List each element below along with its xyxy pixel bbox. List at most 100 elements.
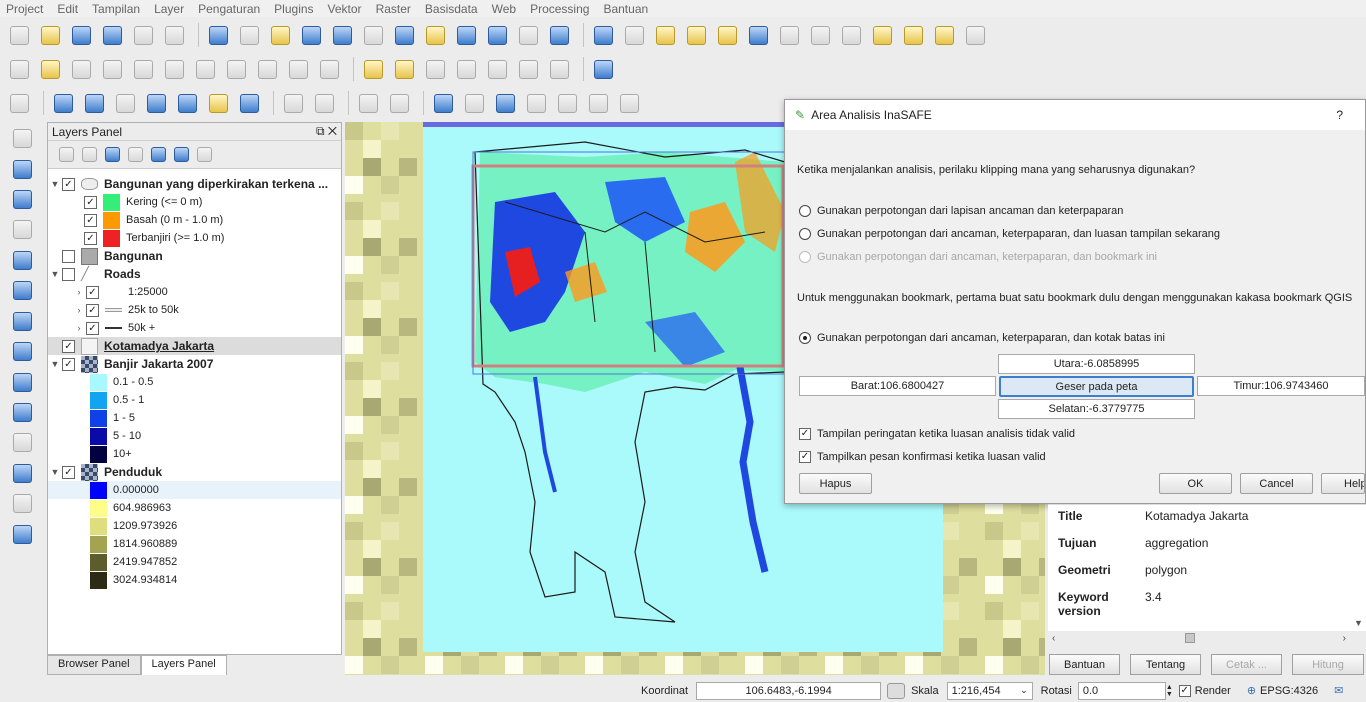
clear-button[interactable]: Hapus (799, 473, 872, 494)
paste-features-icon[interactable] (316, 56, 342, 82)
change-label-icon[interactable] (546, 56, 572, 82)
layer-visibility-checkbox[interactable] (62, 267, 75, 281)
minimum-needs-icon[interactable] (174, 90, 200, 116)
layer-style-icon[interactable] (56, 145, 76, 165)
radio-button[interactable] (799, 205, 811, 217)
rotate-label-icon[interactable] (515, 56, 541, 82)
scroll-down-icon[interactable]: ▼ (1354, 618, 1363, 628)
georeference-icon[interactable] (355, 90, 381, 116)
raster-calc-icon[interactable] (386, 90, 412, 116)
eye-visibility-icon[interactable] (79, 145, 99, 165)
radio-bounding-box[interactable]: Gunakan perpotongan dari ancaman, keterp… (799, 332, 1165, 344)
pin-label-icon[interactable] (422, 56, 448, 82)
new-project-icon[interactable] (6, 22, 32, 48)
print-report-icon[interactable] (616, 90, 642, 116)
legend-checkbox[interactable]: ✓ (84, 213, 97, 227)
expand-chevron-icon[interactable]: ▼ (48, 179, 62, 189)
menu-processing[interactable]: Processing (530, 2, 589, 16)
south-field[interactable]: Selatan:-6.3779775 (998, 399, 1195, 419)
layer-visibility-checkbox[interactable]: ✓ (62, 357, 75, 371)
menu-settings[interactable]: Pengaturan (198, 2, 260, 16)
expand-all-icon[interactable] (148, 145, 168, 165)
legend-item[interactable]: › ✓ 1:25000 (48, 283, 341, 301)
save-scenario-icon[interactable] (523, 90, 549, 116)
layer-row[interactable]: Bangunan (48, 247, 341, 265)
menu-help[interactable]: Bantuan (603, 2, 648, 16)
measure-ruler-icon[interactable] (838, 22, 864, 48)
invalid-extent-warning-option[interactable]: ✓ Tampilan peringatan ketika luasan anal… (799, 428, 1075, 440)
pan-to-selection-icon[interactable] (267, 22, 293, 48)
layer-visibility-checkbox[interactable]: ✓ (62, 339, 75, 353)
osm-downloader-icon[interactable] (311, 90, 337, 116)
pan-on-map-button[interactable]: Geser pada peta (999, 376, 1194, 397)
save-edits-icon[interactable] (68, 56, 94, 82)
menu-database[interactable]: Basisdata (425, 2, 478, 16)
zoom-layer-icon[interactable] (453, 22, 479, 48)
scroll-right-icon[interactable]: › (1343, 633, 1346, 644)
add-oracle-icon[interactable] (10, 309, 36, 334)
label-abc-icon[interactable] (360, 56, 386, 82)
dialog-help-question[interactable]: ? (1336, 108, 1343, 122)
panel-float-close-icon[interactable]: ⧉ ✕ (316, 124, 337, 139)
radio-button[interactable] (799, 228, 811, 240)
new-shapefile-icon[interactable] (10, 491, 36, 516)
inasafe-help-button[interactable]: Bantuan (1049, 654, 1120, 675)
field-mapping-icon[interactable] (205, 90, 231, 116)
report-icon[interactable] (585, 90, 611, 116)
keywords-wizard-icon[interactable] (50, 90, 76, 116)
coordinate-field[interactable]: 106.6483,-6.1994 (696, 681, 882, 700)
analysis-extent-icon[interactable] (430, 90, 456, 116)
render-checkbox[interactable]: ✓ (1178, 684, 1191, 697)
new-temp-layer-icon[interactable] (10, 521, 36, 546)
expand-chevron-icon[interactable]: › (72, 287, 86, 297)
zoom-last-icon[interactable] (484, 22, 510, 48)
add-db2-icon[interactable] (10, 278, 36, 303)
save-project-icon[interactable] (68, 22, 94, 48)
zoom-out-icon[interactable] (329, 22, 355, 48)
add-virtual-layer-icon[interactable] (10, 461, 36, 486)
add-wfs-icon[interactable] (10, 369, 36, 394)
toggle-extents-icon[interactable] (887, 682, 906, 699)
multi-buffer-icon[interactable] (554, 90, 580, 116)
set-extent-icon[interactable] (492, 90, 518, 116)
messages-icon[interactable]: ✉ (1334, 684, 1343, 697)
refresh-icon[interactable] (546, 22, 572, 48)
legend-checkbox[interactable]: ✓ (86, 321, 99, 335)
map-tips-icon[interactable] (869, 22, 895, 48)
expand-chevron-icon[interactable]: ▼ (48, 359, 62, 369)
zoom-in-icon[interactable] (298, 22, 324, 48)
tab-layers-panel[interactable]: Layers Panel (140, 655, 227, 675)
copy-features-icon[interactable] (285, 56, 311, 82)
zoom-next-icon[interactable] (515, 22, 541, 48)
west-field[interactable]: Barat:106.6800427 (799, 376, 996, 396)
add-delimited-text-icon[interactable] (10, 430, 36, 455)
layer-row[interactable]: ▼ ✓ Banjir Jakarta 2007 (48, 355, 341, 373)
east-field[interactable]: Timur:106.9743460 (1197, 376, 1365, 396)
impact-function-wizard-icon[interactable] (81, 90, 107, 116)
add-wms-icon[interactable] (10, 339, 36, 364)
radio-view-extent[interactable]: Gunakan perpotongan dari ancaman, keterp… (799, 228, 1220, 240)
identify-icon[interactable] (590, 22, 616, 48)
rotation-field[interactable]: 0.0 (1077, 681, 1166, 700)
shakemap-converter-icon[interactable] (280, 90, 306, 116)
add-vector-layer-icon[interactable] (10, 126, 36, 151)
add-postgis-icon[interactable] (10, 187, 36, 212)
remove-layer-icon[interactable] (194, 145, 214, 165)
menu-web[interactable]: Web (492, 2, 516, 16)
cancel-button[interactable]: Cancel (1240, 473, 1313, 494)
layer-row[interactable]: ▼ ╱ Roads (48, 265, 341, 283)
legend-item[interactable]: › ✓ 25k to 50k (48, 301, 341, 319)
pan-selected-icon[interactable] (205, 22, 231, 48)
options-icon[interactable] (112, 90, 138, 116)
select-features-icon[interactable] (652, 22, 678, 48)
rotation-spinner-icon[interactable]: ▲ ▼ (1166, 684, 1173, 698)
legend-checkbox[interactable]: ✓ (86, 303, 99, 317)
crs-label[interactable]: EPSG:4326 (1260, 685, 1318, 697)
menu-view[interactable]: Tampilan (92, 2, 140, 16)
layer-visibility-checkbox[interactable]: ✓ (62, 177, 75, 191)
menu-edit[interactable]: Edit (57, 2, 78, 16)
valid-extent-confirm-option[interactable]: ✓ Tampilkan pesan konfirmasi ketika luas… (799, 451, 1046, 463)
menu-raster[interactable]: Raster (376, 2, 411, 16)
north-field[interactable]: Utara:-6.0858995 (998, 354, 1195, 374)
move-feature-icon[interactable] (161, 56, 187, 82)
